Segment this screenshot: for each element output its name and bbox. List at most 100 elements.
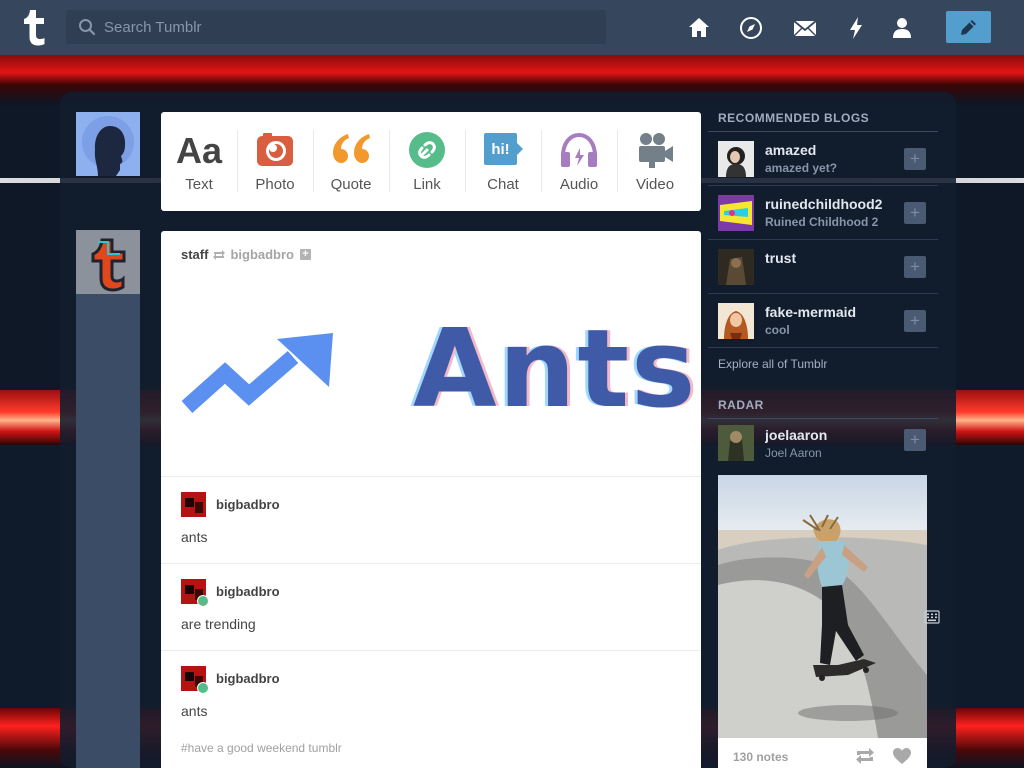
explore-link[interactable]: Explore all of Tumblr: [708, 348, 938, 380]
reblog-badge-icon: [197, 682, 209, 694]
blog-name: fake-mermaid: [765, 304, 857, 320]
quote-icon: [333, 134, 370, 163]
entry-avatar[interactable]: [181, 492, 206, 517]
chat-icon: hi!: [484, 133, 523, 165]
person-icon[interactable]: [889, 15, 915, 41]
reblog-entry: bigbadbro ants: [181, 492, 681, 552]
post-type-label: Photo: [255, 176, 295, 193]
post-type-label: Chat: [487, 176, 519, 193]
blog-subtitle: Ruined Childhood 2: [765, 215, 879, 229]
reblog-icon: [213, 249, 226, 260]
post-type-label: Link: [413, 176, 441, 193]
entry-blog-name[interactable]: bigbadbro: [216, 671, 280, 686]
video-camera-icon: [639, 133, 673, 168]
radar-blog[interactable]: joelaaron Joel Aaron +: [708, 419, 938, 463]
post-type-label: Text: [185, 176, 213, 193]
post-divider: [161, 563, 701, 564]
radar-title: RADAR: [708, 392, 938, 419]
blog-name: amazed: [765, 142, 817, 158]
entry-blog-name[interactable]: bigbadbro: [216, 497, 280, 512]
recommended-blog[interactable]: amazed amazed yet? +: [708, 132, 938, 186]
notes-count[interactable]: 130 notes: [733, 750, 788, 764]
follow-blog-button[interactable]: +: [904, 310, 926, 332]
dashboard-post: staff bigbadbro + Ants bigbadbro ants bi…: [161, 231, 701, 768]
post-type-bar: Aa Text Photo Quote Link hi! Chat Audio …: [161, 112, 701, 211]
pencil-icon: [961, 20, 976, 35]
blog-subtitle: Joel Aaron: [765, 446, 822, 460]
follow-blog-button[interactable]: +: [904, 429, 926, 451]
entry-blog-name[interactable]: bigbadbro: [216, 584, 280, 599]
post-divider: [161, 476, 701, 477]
skateboard-photo-image: [718, 475, 927, 738]
blog-name: ruinedchildhood2: [765, 196, 883, 212]
search-input[interactable]: [104, 10, 594, 44]
post-divider: [161, 650, 701, 651]
reblog-icon[interactable]: [855, 747, 875, 765]
reblogged-from-link[interactable]: bigbadbro: [230, 247, 294, 262]
compose-button[interactable]: [946, 11, 991, 43]
left-rail: [76, 292, 140, 768]
post-type-quote[interactable]: Quote: [313, 112, 389, 211]
user-avatar[interactable]: [76, 112, 140, 176]
mail-icon[interactable]: [792, 15, 818, 41]
entry-text: ants: [181, 529, 208, 545]
post-author-link[interactable]: staff: [181, 247, 208, 262]
recommended-blogs-title: RECOMMENDED BLOGS: [708, 105, 938, 132]
camera-icon: [257, 133, 293, 166]
blog-avatar: [718, 195, 754, 231]
blog-name: trust: [765, 250, 797, 266]
post-type-label: Video: [635, 176, 675, 193]
radar-photo[interactable]: [718, 475, 927, 738]
post-type-audio[interactable]: Audio: [541, 112, 617, 211]
tumblr-logo[interactable]: [18, 8, 48, 46]
link-icon: [409, 132, 445, 168]
headphones-icon: [561, 132, 597, 167]
heart-icon[interactable]: [892, 747, 912, 765]
post-image-text: Ants: [413, 307, 698, 432]
post-type-chat[interactable]: hi! Chat: [465, 112, 541, 211]
post-type-label: Quote: [330, 176, 372, 193]
chat-icon-text: hi!: [491, 141, 509, 158]
svg-text:Aa: Aa: [176, 130, 223, 170]
home-icon[interactable]: [686, 15, 712, 41]
search-icon: [79, 19, 96, 36]
staff-avatar[interactable]: [76, 230, 140, 294]
recommended-blog[interactable]: trust +: [708, 240, 938, 294]
post-header: staff bigbadbro +: [181, 247, 311, 262]
compass-icon[interactable]: [738, 15, 764, 41]
post-type-link[interactable]: Link: [389, 112, 465, 211]
top-navigation: [0, 0, 1024, 55]
blog-avatar: [718, 141, 754, 177]
recommended-blog[interactable]: ruinedchildhood2 Ruined Childhood 2 +: [708, 186, 938, 240]
entry-text: are trending: [181, 616, 256, 632]
post-type-text[interactable]: Aa Text: [161, 112, 237, 211]
lightning-icon[interactable]: [843, 15, 869, 41]
blog-subtitle: cool: [765, 323, 790, 337]
user-silhouette-icon: [76, 112, 140, 176]
post-image[interactable]: Ants: [181, 315, 695, 435]
blog-avatar: [718, 425, 754, 461]
follow-blog-button[interactable]: +: [904, 148, 926, 170]
blog-avatar: [718, 303, 754, 339]
text-icon: Aa: [176, 130, 223, 170]
post-type-video[interactable]: Video: [617, 112, 693, 211]
tumblr-t-icon: [76, 230, 140, 294]
reblog-entry: bigbadbro ants: [181, 666, 681, 726]
tumblr-logo-icon: [24, 10, 45, 46]
post-type-label: Audio: [559, 176, 599, 193]
recommended-blog[interactable]: fake-mermaid cool +: [708, 294, 938, 348]
post-tag[interactable]: #have a good weekend tumblr: [181, 741, 342, 755]
follow-plus-icon[interactable]: +: [300, 249, 311, 260]
right-sidebar: RECOMMENDED BLOGS amazed amazed yet? + r…: [708, 105, 938, 463]
avatar-image: [181, 492, 206, 517]
search-bar[interactable]: [66, 10, 606, 44]
trending-arrow-icon: [181, 333, 333, 413]
post-type-photo[interactable]: Photo: [237, 112, 313, 211]
blog-name: joelaaron: [765, 427, 828, 443]
blog-avatar: [718, 249, 754, 285]
follow-blog-button[interactable]: +: [904, 256, 926, 278]
keyboard-icon[interactable]: [924, 610, 940, 624]
reblog-badge-icon: [197, 595, 209, 607]
reblog-entry: bigbadbro are trending: [181, 579, 681, 639]
follow-blog-button[interactable]: +: [904, 202, 926, 224]
